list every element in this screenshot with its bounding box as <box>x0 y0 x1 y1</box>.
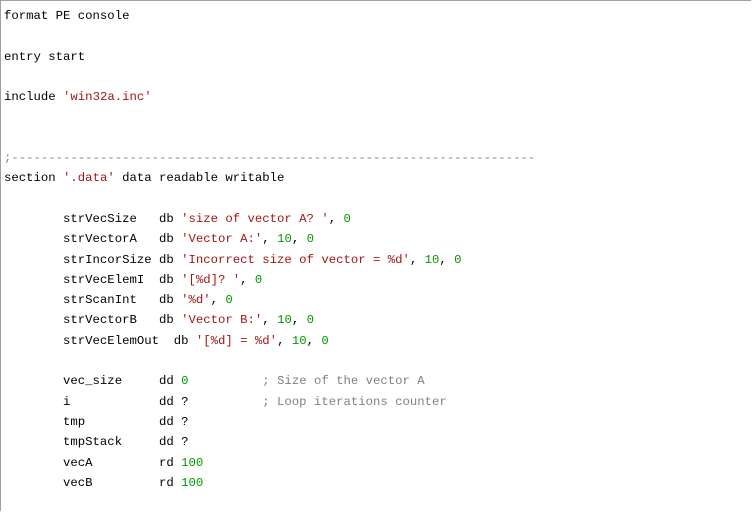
code-line[interactable] <box>1 67 751 87</box>
code-token-kw: include <box>4 90 64 105</box>
code-token-kw: vec_size dd <box>4 374 182 389</box>
code-token-num: 10 <box>424 252 440 267</box>
code-line[interactable]: vecA rd 100 <box>1 453 751 473</box>
code-line[interactable]: entry start <box>1 47 751 67</box>
code-line[interactable]: strVectorB db 'Vector B:', 10, 0 <box>1 310 751 330</box>
code-token-kw: strIncorSize db <box>4 252 182 267</box>
code-token-kw: entry start <box>4 49 86 64</box>
code-token-num: 0 <box>454 252 462 267</box>
code-token-kw: section <box>4 171 64 186</box>
code-token-kw: i dd ? <box>4 394 263 409</box>
code-token-num: 10 <box>277 313 292 328</box>
code-token-num: 100 <box>181 475 204 490</box>
code-token-str: '.data' <box>63 171 115 186</box>
code-token-kw: , <box>439 252 455 267</box>
code-token-kw: vecA rd <box>4 455 182 470</box>
code-token-kw: , <box>306 333 322 348</box>
code-token-str: 'Incorrect size of vector = %d' <box>181 252 410 267</box>
code-token-str: '[%d] = %d' <box>195 333 278 348</box>
code-token-kw: strScanInt db <box>4 293 182 308</box>
code-token-str: 'Vector A:' <box>181 232 263 247</box>
code-line[interactable]: strVecSize db 'size of vector A? ', 0 <box>1 209 751 229</box>
code-token-num: 0 <box>181 374 189 389</box>
code-line[interactable]: strVecElemI db '[%d]? ', 0 <box>1 270 751 290</box>
code-token-str: '[%d]? ' <box>181 272 241 287</box>
code-token-kw <box>189 374 263 388</box>
code-line[interactable]: vecB rd 100 <box>1 473 751 493</box>
code-line[interactable] <box>1 189 751 209</box>
code-line[interactable] <box>1 26 751 46</box>
code-token-str: 'Vector B:' <box>181 313 263 328</box>
code-token-num: 0 <box>343 211 351 226</box>
code-line[interactable]: ;---------------------------------------… <box>1 148 751 168</box>
code-line[interactable] <box>1 351 751 371</box>
code-token-kw: strVecElemOut db <box>4 333 196 348</box>
code-token-kw: , <box>240 272 255 287</box>
code-line[interactable] <box>1 493 751 513</box>
code-token-num: 10 <box>277 232 292 247</box>
code-line[interactable]: strVecElemOut db '[%d] = %d', 10, 0 <box>1 331 751 351</box>
code-editor[interactable]: format PE console entry start include 'win… <box>0 0 751 511</box>
code-token-num: 100 <box>181 455 204 470</box>
code-token-kw: strVecSize db <box>4 211 182 226</box>
code-line[interactable]: vec_size dd 0 ; Size of the vector A <box>1 371 751 391</box>
code-token-str: '%d' <box>181 293 211 308</box>
code-token-kw: strVecElemI db <box>4 272 182 287</box>
code-token-num: 0 <box>254 272 263 287</box>
code-token-num: 0 <box>225 293 233 308</box>
code-token-kw: format PE console <box>4 9 130 23</box>
code-token-kw: tmp dd ? <box>4 414 189 429</box>
code-line[interactable]: tmpStack dd ? <box>1 432 751 452</box>
code-line[interactable]: format PE console <box>1 6 751 26</box>
code-token-kw: , <box>409 252 425 267</box>
code-token-num: 0 <box>321 333 329 348</box>
code-token-kw: , <box>277 333 292 348</box>
code-token-num: 0 <box>306 313 314 328</box>
code-token-comment: ; Size of the vector A <box>262 374 425 389</box>
code-token-kw: vecB rd <box>4 475 182 490</box>
code-line[interactable]: strScanInt db '%d', 0 <box>1 290 751 310</box>
code-line[interactable]: strVectorA db 'Vector A:', 10, 0 <box>1 229 751 249</box>
code-line[interactable]: include 'win32a.inc' <box>1 87 751 107</box>
code-line[interactable]: section '.data' data readable writable <box>1 168 751 188</box>
code-token-kw: strVectorB db <box>4 313 182 328</box>
code-token-comment: ;---------------------------------------… <box>4 151 536 166</box>
code-token-kw: strVectorA db <box>4 232 182 247</box>
code-token-kw: , <box>210 293 226 308</box>
code-line[interactable] <box>1 107 751 127</box>
code-token-str: 'size of vector A? ' <box>181 211 329 226</box>
code-line[interactable]: tmp dd ? <box>1 412 751 432</box>
code-token-kw: , <box>262 232 278 247</box>
code-line[interactable] <box>1 128 751 148</box>
code-token-str: 'win32a.inc' <box>63 90 152 105</box>
code-token-comment: ; Loop iterations counter <box>262 394 447 409</box>
code-token-kw: , <box>262 313 278 328</box>
code-token-num: 10 <box>291 333 307 348</box>
code-token-kw: data readable writable <box>114 171 285 186</box>
code-line[interactable]: i dd ? ; Loop iterations counter <box>1 392 751 412</box>
code-token-kw: , <box>328 211 344 226</box>
code-token-num: 0 <box>306 232 314 247</box>
code-token-kw: , <box>291 232 307 247</box>
code-token-kw: , <box>291 313 307 328</box>
code-token-kw: tmpStack dd ? <box>4 435 189 450</box>
code-line[interactable]: strIncorSize db 'Incorrect size of vecto… <box>1 250 751 270</box>
